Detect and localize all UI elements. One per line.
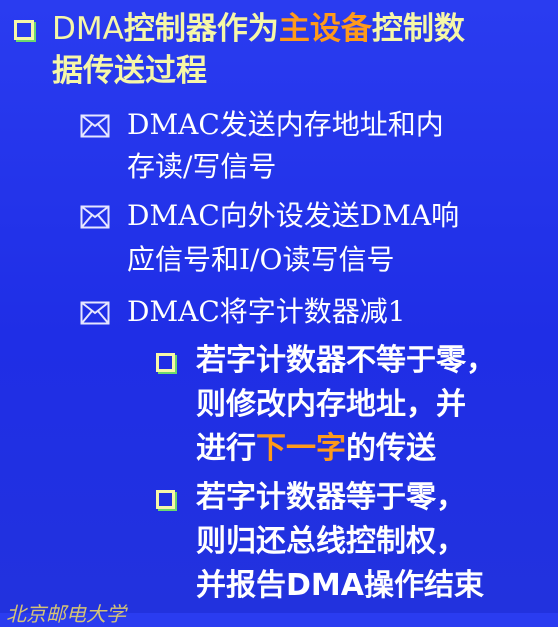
square-bullet-icon (156, 353, 175, 372)
subsub1-line-3: 进行下一字的传送 (196, 434, 436, 464)
subsub1-text-b: 的传送 (346, 431, 436, 466)
envelope-bullet-icon (80, 301, 110, 325)
subsub1-line-1: 若字计数器不等于零， (196, 343, 496, 378)
sub1-line-2: 存读/写信号 (127, 150, 277, 183)
subsub2-line-3: 并报告DMA操作结束 (196, 568, 484, 603)
heading-highlight: 主设备 (278, 11, 372, 47)
subsub2-line-2: 则归还总线控制权， (196, 524, 466, 559)
subsub1-text-a: 进行 (196, 431, 256, 466)
subsub2-line-1: 若字计数器等于零， (196, 480, 466, 515)
subsub1-highlight: 下一字 (256, 431, 346, 466)
heading-text-c: 控制数 (371, 11, 465, 47)
square-bullet-icon (14, 20, 34, 40)
sub3-line-1: DMAC将字计数器减1 (127, 295, 406, 328)
slide: DMA控制器作为主设备控制数 据传送过程 DMAC发送内存地址和内 存读/写信号… (0, 0, 558, 627)
square-bullet-icon (156, 490, 175, 509)
envelope-bullet-icon (80, 205, 110, 229)
envelope-bullet-icon (80, 114, 110, 138)
heading-line-2: 据传送过程 (52, 53, 207, 89)
subsub1-line-2: 则修改内存地址，并 (196, 387, 466, 422)
heading-dma: DMA (52, 11, 124, 47)
heading-text-a: 控制器作为 (123, 11, 279, 47)
heading-line-1: DMA控制器作为主设备控制数 (52, 14, 465, 45)
sub1-line-1: DMAC发送内存地址和内 (127, 108, 444, 141)
sub2-line-1: DMAC向外设发送DMA响 (127, 199, 460, 232)
sub2-line-2: 应信号和I/O读写信号 (127, 243, 395, 276)
